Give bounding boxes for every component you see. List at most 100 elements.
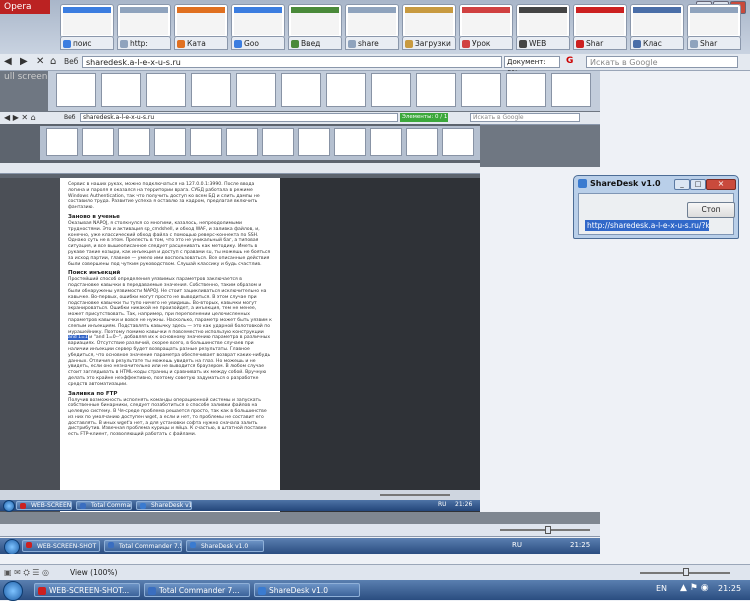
section-title-2: Поиск инъекций bbox=[68, 270, 121, 277]
nested-tab-thumbnail bbox=[56, 73, 96, 107]
taskbar-button-label: Total Commander 7.5 bbox=[119, 543, 182, 550]
taskbar-button[interactable]: Total Commander 7... bbox=[144, 583, 250, 597]
tab-thumbnail[interactable] bbox=[573, 4, 627, 38]
tab-label: Загрузки bbox=[415, 39, 451, 48]
google-icon bbox=[63, 40, 71, 48]
section-text-2b: и "and 1=0--", добавляя их к основному з… bbox=[68, 335, 271, 387]
tab-thumbnail-image bbox=[120, 7, 168, 35]
sharedesk-maximize-button[interactable]: □ bbox=[690, 179, 706, 190]
tab-thumbnail[interactable] bbox=[630, 4, 684, 38]
tab-thumbnail-image bbox=[177, 7, 225, 35]
browser-tab[interactable]: Загрузки bbox=[402, 36, 456, 50]
tray-icons[interactable]: ▲ ⚑ ◉ bbox=[680, 583, 709, 593]
tab-label: поис bbox=[73, 39, 92, 48]
browser-tab[interactable]: Урок bbox=[459, 36, 513, 50]
tab-thumbnail[interactable] bbox=[117, 4, 171, 38]
tab-thumbnail-image bbox=[348, 7, 396, 35]
forward-icon[interactable]: ▶ bbox=[20, 56, 28, 68]
browser-tab[interactable]: Shar bbox=[687, 36, 741, 50]
highlighted-text: and 1=1 bbox=[68, 335, 88, 341]
nested-elements-progress: Элементы: 0 / 1 bbox=[400, 113, 448, 122]
nested-web-label: Веб bbox=[64, 114, 76, 121]
tab-thumbnail[interactable] bbox=[345, 4, 399, 38]
tab-label: Клас bbox=[643, 39, 662, 48]
downloads-icon bbox=[405, 40, 413, 48]
browser-tab[interactable]: http: bbox=[117, 36, 171, 50]
sharedesk-minimize-button[interactable]: _ bbox=[674, 179, 690, 190]
browser-tab[interactable]: поис bbox=[60, 36, 114, 50]
nested-tab-thumbnail bbox=[146, 73, 186, 107]
start-button[interactable] bbox=[3, 581, 23, 601]
nested-tab-thumbnail bbox=[334, 128, 366, 156]
nested-tab-thumbnail bbox=[406, 128, 438, 156]
nested-start-icon-2 bbox=[3, 500, 15, 512]
tab-thumbnail[interactable] bbox=[60, 4, 114, 38]
browser-tab[interactable]: WEB bbox=[516, 36, 570, 50]
app-icon bbox=[148, 587, 156, 595]
url-field[interactable]: sharedesk.a-l-e-x-u-s.ru bbox=[82, 56, 502, 68]
clock: 21:25 bbox=[718, 584, 742, 593]
page-icon bbox=[690, 40, 698, 48]
nested-zoom-knob-1 bbox=[545, 526, 551, 534]
nested-start-icon bbox=[4, 539, 20, 555]
google-search-icon[interactable]: G bbox=[566, 55, 573, 67]
app-icon bbox=[38, 587, 46, 595]
browser-tab[interactable]: Введ bbox=[288, 36, 342, 50]
nested-taskbar-1: WEB-SCREEN-SHOT Total Commander 7.5 ShareD… bbox=[0, 538, 600, 555]
browser-tab[interactable]: Shar bbox=[573, 36, 627, 50]
tab-label: share bbox=[358, 39, 379, 48]
tab-thumbnail[interactable] bbox=[288, 4, 342, 38]
app-icon bbox=[20, 503, 26, 509]
sharedesk-close-button[interactable]: × bbox=[706, 179, 736, 190]
tab-thumbnail[interactable] bbox=[459, 4, 513, 38]
nested-language: RU bbox=[512, 541, 522, 549]
taskbar-button[interactable]: WEB-SCREEN-SHOT bbox=[22, 540, 100, 552]
taskbar-button[interactable]: WEB-SCREEN-SHOT... bbox=[34, 583, 140, 597]
stop-button[interactable]: Стоп bbox=[687, 202, 735, 218]
nested-gap bbox=[0, 512, 600, 524]
taskbar-button[interactable]: Total Commander 7 bbox=[76, 501, 132, 510]
tab-thumbnail[interactable] bbox=[231, 4, 285, 38]
nested-tab-thumbnail bbox=[416, 73, 456, 107]
nested-tab-thumbnail bbox=[118, 128, 150, 156]
nested-url-field: sharedesk.a-l-e-x-u-s.ru bbox=[80, 113, 398, 122]
browser-tab[interactable]: Клас bbox=[630, 36, 684, 50]
stop-icon[interactable]: ✕ bbox=[36, 56, 44, 68]
browser-tab[interactable]: Ката bbox=[174, 36, 228, 50]
tab-label: Ката bbox=[187, 39, 206, 48]
taskbar-button[interactable]: ShareDesk v1.0 bbox=[136, 501, 192, 510]
document-progress: Документ: 0% bbox=[504, 56, 560, 77]
tab-thumbnail[interactable] bbox=[516, 4, 570, 38]
nested-tab-thumbnail bbox=[191, 73, 231, 107]
browser-tab[interactable]: share bbox=[345, 36, 399, 50]
nested-tab-thumbnail bbox=[371, 73, 411, 107]
article-page: Сервис в наших руках, можно подключаться… bbox=[60, 178, 280, 512]
back-icon[interactable]: ◀ bbox=[4, 56, 12, 68]
opera-menu-button[interactable]: Opera bbox=[0, 0, 50, 14]
taskbar-button[interactable]: WEB-SCREEN-SHOT bbox=[16, 501, 72, 510]
nested-search-field: Искать в Google bbox=[470, 113, 580, 122]
nested-tab-thumbnail bbox=[101, 73, 141, 107]
taskbar-button[interactable]: Total Commander 7.5 bbox=[104, 540, 182, 552]
section-text-3: Получив возможность исполнять команды оп… bbox=[68, 397, 267, 438]
taskbar-button[interactable]: ShareDesk v1.0 bbox=[186, 540, 264, 552]
app-icon bbox=[26, 542, 32, 548]
search-input[interactable]: Искать в Google bbox=[586, 56, 738, 68]
tab-thumbnail[interactable] bbox=[687, 4, 741, 38]
browser-tab[interactable]: Goo bbox=[231, 36, 285, 50]
nested-clock-2: 21:26 bbox=[455, 501, 473, 508]
sharedesk-url-field[interactable]: http://sharedesk.a-l-e-x-u-s.ru/?key=114 bbox=[585, 220, 709, 231]
page-icon bbox=[120, 40, 128, 48]
nested-tab-thumbnail bbox=[226, 128, 258, 156]
panel-icons[interactable]: ▣ ✉ ⛭ ☰ ◎ bbox=[4, 568, 49, 578]
language-indicator[interactable]: EN bbox=[656, 584, 667, 593]
page-right-panel bbox=[280, 178, 480, 512]
address-toolbar: ◀ ▶ ✕ ⌂ Веб sharedesk.a-l-e-x-u-s.ru Док… bbox=[0, 54, 750, 77]
zoom-slider-knob[interactable] bbox=[683, 568, 689, 576]
tab-thumbnail[interactable] bbox=[402, 4, 456, 38]
nested-tab-thumbnail bbox=[262, 128, 294, 156]
tab-thumbnail-image bbox=[633, 7, 681, 35]
tab-thumbnail[interactable] bbox=[174, 4, 228, 38]
taskbar-button[interactable]: ShareDesk v1.0 bbox=[254, 583, 360, 597]
home-icon[interactable]: ⌂ bbox=[50, 56, 56, 68]
